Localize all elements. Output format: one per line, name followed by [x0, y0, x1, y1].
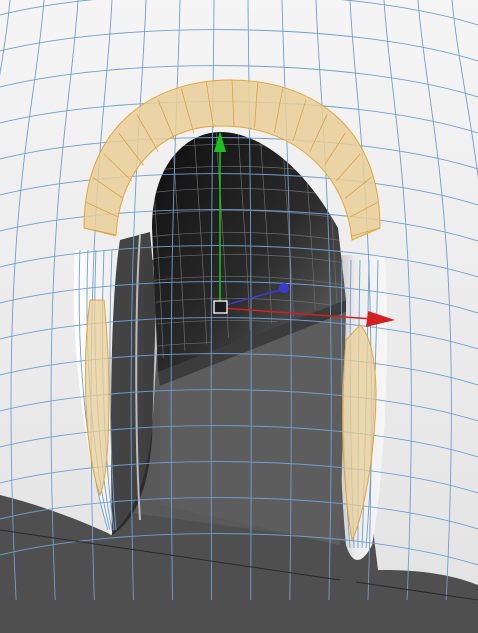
viewport-canvas[interactable]	[0, 0, 478, 633]
gizmo-z-handle[interactable]	[279, 283, 289, 293]
3d-viewport[interactable]	[0, 0, 478, 633]
pivot-box-icon[interactable]	[213, 300, 228, 314]
